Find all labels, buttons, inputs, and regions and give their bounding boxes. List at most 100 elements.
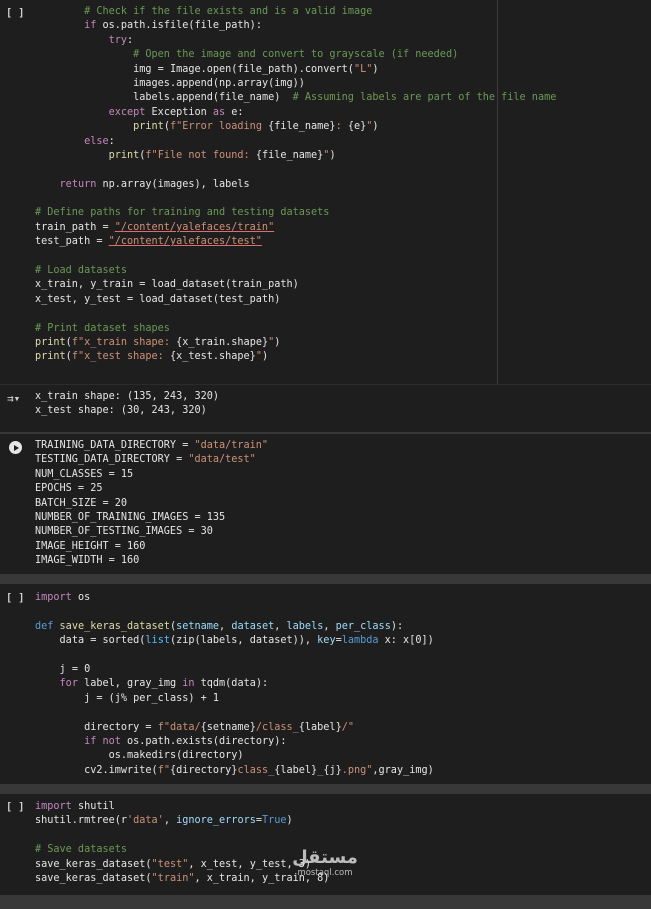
code-token: TRAINING_DATA_DIRECTORY = [35, 440, 195, 451]
code-token: , [219, 620, 232, 632]
code-token: : [127, 34, 134, 46]
code-line: cv2.imwrite(f"{directory}class_{label}_{… [35, 764, 643, 778]
code-token: ): [390, 620, 404, 632]
cell-code-editor[interactable]: # Check if the file exists and is a vali… [35, 5, 643, 365]
watermark-arabic: مستقل [292, 847, 358, 868]
code-token: {j} [323, 764, 342, 776]
code-token: os.path.exists(directory): [127, 735, 287, 747]
code-token: 'data' [127, 815, 164, 827]
code-token: # Print dataset shapes [35, 322, 170, 334]
code-line: os.makedirs(directory) [35, 749, 643, 763]
code-token: e: [231, 106, 244, 118]
code-token: key [317, 635, 336, 647]
code-token: EPOCHS = 25 [35, 483, 103, 495]
code-token: try [108, 34, 128, 46]
cell-exec-indicator[interactable]: [ ] [6, 8, 28, 19]
code-line: try: [35, 34, 643, 48]
output-toggle-icon[interactable]: ⇉▾ [7, 392, 25, 405]
code-token: list [145, 635, 170, 647]
cell-exec-indicator[interactable]: [ ] [6, 593, 28, 604]
code-token: True [261, 815, 287, 827]
code-token: return [59, 178, 103, 190]
code-line: return np.array(images), labels [35, 178, 643, 192]
code-token: ) [274, 336, 281, 348]
code-line: j = (j% per_class) + 1 [35, 692, 643, 706]
code-line: if not os.path.exists(directory): [35, 735, 643, 749]
code-token: f"File not found: [145, 149, 256, 161]
code-token: data = sorted( [59, 635, 146, 647]
code-token: x: x[0]) [384, 635, 434, 647]
code-token: TESTING_DATA_DIRECTORY = [35, 454, 189, 466]
code-token: labels.append(file_name) [133, 92, 293, 104]
code-token: cv2.imwrite( [84, 764, 158, 776]
code-line: x_train, y_train = load_dataset(train_pa… [35, 278, 643, 292]
mostaql-watermark: مستقل mostaql.com [285, 847, 365, 879]
code-token: "test" [151, 858, 189, 870]
code-token: f"Error loading [169, 121, 269, 133]
code-cell-save-datasets[interactable]: [ ] import shutil shutil.rmtree(r'data', … [0, 794, 651, 895]
code-token: shutil [77, 801, 115, 812]
code-token: IMAGE_WIDTH = 160 [35, 555, 140, 567]
code-token: class_ [237, 764, 275, 776]
code-line: else: [35, 135, 643, 149]
code-token: {file_name} [255, 149, 324, 161]
cell-divider [0, 784, 651, 794]
code-token: img = Image.open(file_path).convert( [133, 63, 354, 75]
cell-output-shapes: ⇉▾ x_train shape: (135, 243, 320) x_test … [0, 385, 651, 432]
code-token: label, gray_img [84, 678, 183, 690]
code-token: "train" [151, 872, 195, 884]
cell-code-editor[interactable]: TRAINING_DATA_DIRECTORY = "data/train" TE… [35, 439, 643, 569]
run-cell-icon[interactable] [9, 441, 22, 454]
code-token: BATCH_SIZE = 20 [35, 497, 128, 509]
code-line: for label, gray_img in tqdm(data): [35, 677, 643, 691]
code-token: {setname} [200, 721, 256, 733]
code-token: {label} [298, 721, 342, 733]
ruler-line [497, 0, 498, 384]
code-token: else [84, 135, 109, 147]
code-token: per_class [335, 620, 391, 632]
code-token: lambda [341, 635, 385, 647]
code-token: if not [84, 735, 128, 747]
code-token: print [35, 351, 66, 363]
code-line: BATCH_SIZE = 20 [35, 497, 643, 511]
code-line: TRAINING_DATA_DIRECTORY = "data/train" [35, 439, 643, 453]
code-token: ignore_errors [176, 815, 256, 827]
cell-code-editor[interactable]: import os def save_keras_dataset(setname,… [35, 591, 643, 778]
code-line: print(f"Error loading {file_name}: {e}") [35, 120, 643, 134]
code-token: f"x_train shape: [71, 336, 177, 348]
code-line: NUMBER_OF_TRAINING_IMAGES = 135 [35, 511, 643, 525]
code-line: if os.path.isfile(file_path): [35, 19, 643, 33]
code-token: os [77, 592, 91, 603]
output-line: x_test shape: (30, 243, 320) [35, 405, 207, 417]
cell-exec-indicator[interactable]: [ ] [6, 802, 28, 813]
code-token: f"x_test shape: [71, 351, 170, 363]
code-line: import os [35, 591, 643, 605]
code-cell-save-dataset-fn[interactable]: [ ] import os def save_keras_dataset(setn… [0, 584, 651, 784]
code-token: ) [372, 121, 379, 133]
code-cell-constants[interactable]: TRAINING_DATA_DIRECTORY = "data/train" TE… [0, 434, 651, 574]
code-line: # Check if the file exists and is a vali… [35, 5, 643, 19]
code-cell-load-dataset[interactable]: [ ] # Check if the file exists and is a … [0, 0, 651, 384]
code-token: , [323, 620, 336, 632]
code-token: labels [286, 620, 324, 632]
code-token: {x_test.shape} [169, 351, 256, 363]
code-token: as [212, 106, 232, 118]
code-token: IMAGE_HEIGHT = 160 [35, 540, 146, 552]
code-line: directory = f"data/{setname}/class_{labe… [35, 721, 643, 735]
code-token: .png" [341, 764, 373, 776]
code-token: ) [372, 63, 379, 75]
cell-divider [0, 895, 651, 909]
code-line: j = 0 [35, 663, 643, 677]
